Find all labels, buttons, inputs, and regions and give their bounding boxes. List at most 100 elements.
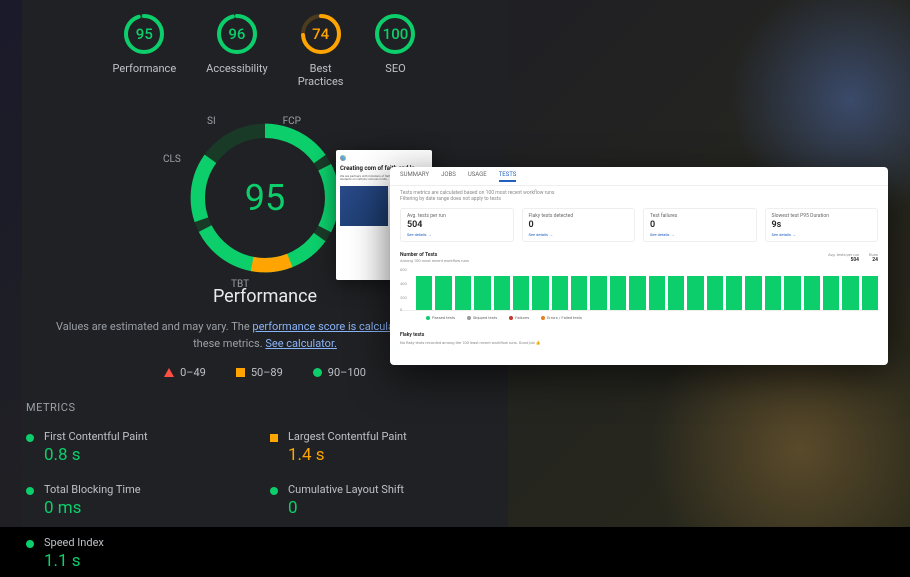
chart-bar[interactable]	[571, 276, 587, 310]
metric-value: 1.4 s	[288, 445, 407, 465]
stat-card: Slowest test P95 Duration 9s See details…	[765, 208, 879, 242]
tests-filter-line: Filtering by date range does not apply t…	[400, 196, 878, 202]
legend-label: 0–49	[180, 366, 206, 379]
ytick-200: 200	[400, 295, 407, 300]
chart-bar[interactable]	[610, 276, 626, 310]
chart-bar[interactable]	[726, 276, 742, 310]
chart-bar[interactable]	[765, 276, 781, 310]
chart-bar[interactable]	[435, 276, 451, 310]
legend-shape-icon	[236, 368, 245, 377]
score-best-practices[interactable]: 74 BestPractices	[298, 12, 344, 88]
score-seo[interactable]: 100 SEO	[373, 12, 417, 88]
metric-name: Speed Index	[44, 536, 104, 549]
metrics-header: METRICS	[26, 401, 508, 414]
gauge-seg-cls: CLS	[163, 154, 181, 165]
chart-bar[interactable]	[707, 276, 723, 310]
chart-legend-item: Errors / Failed tests	[541, 315, 582, 320]
metric-item[interactable]: Speed Index 1.1 s	[26, 530, 260, 577]
metric-status-icon	[26, 540, 34, 548]
chart-bar[interactable]	[513, 276, 529, 310]
tab-summary[interactable]: SUMMARY	[400, 171, 429, 182]
score-value: 100	[373, 12, 417, 56]
chart-bar[interactable]	[629, 276, 645, 310]
score-legend: 0–49 50–89 90–100	[22, 366, 508, 379]
legend-item: 90–100	[313, 366, 366, 379]
chart-bar[interactable]	[823, 276, 839, 310]
metric-name: Cumulative Layout Shift	[288, 483, 404, 496]
flaky-subtitle: No flaky tests recorded among the 100 le…	[400, 340, 878, 345]
score-row: 95 Performance 96 Accessibility 74 BestP…	[22, 0, 508, 88]
chart-bar[interactable]	[842, 276, 858, 310]
score-label: SEO	[373, 62, 417, 75]
score-accessibility[interactable]: 96 Accessibility	[206, 12, 268, 88]
score-label: Performance	[113, 62, 177, 75]
chart-bar[interactable]	[687, 276, 703, 310]
chart-bars: 600 400 200 0	[400, 269, 878, 311]
chart-bar[interactable]	[494, 276, 510, 310]
flaky-title: Flaky tests	[400, 332, 878, 338]
legend-item: 50–89	[236, 366, 283, 379]
score-label: BestPractices	[298, 62, 344, 88]
metric-name: First Contentful Paint	[44, 430, 148, 443]
chart-bar[interactable]	[416, 276, 432, 310]
metric-item[interactable]: Cumulative Layout Shift 0	[270, 477, 504, 524]
stat-link[interactable]: See details →	[772, 232, 872, 237]
chart-bar[interactable]	[649, 276, 665, 310]
flaky-tests-section: Flaky tests No flaky tests recorded amon…	[390, 326, 888, 351]
chart-bar[interactable]	[862, 276, 878, 310]
chart-bar[interactable]	[745, 276, 761, 310]
tab-tests[interactable]: TESTS	[499, 171, 517, 182]
metric-value: 0 ms	[44, 498, 141, 518]
score-value: 74	[299, 12, 343, 56]
chart-bar[interactable]	[804, 276, 820, 310]
metrics-grid: First Contentful Paint 0.8 s Largest Con…	[22, 424, 508, 577]
legend-label: 50–89	[251, 366, 283, 379]
stat-link[interactable]: See details →	[407, 232, 507, 237]
metric-status-icon	[26, 434, 34, 442]
chart-bar[interactable]	[474, 276, 490, 310]
chart-bar[interactable]	[668, 276, 684, 310]
chart-legend-item: Failures	[509, 315, 529, 320]
chart-bar[interactable]	[784, 276, 800, 310]
tab-usage[interactable]: USAGE	[468, 171, 487, 182]
score-value: 96	[215, 12, 259, 56]
stat-value: 0	[650, 220, 750, 230]
chart-subtitle: Among 100 most recent workflow runs	[400, 258, 469, 263]
metric-status-icon	[270, 487, 278, 495]
chart-bar[interactable]	[590, 276, 606, 310]
chart-bar[interactable]	[532, 276, 548, 310]
chart-bar[interactable]	[455, 276, 471, 310]
metric-name: Total Blocking Time	[44, 483, 141, 496]
tab-jobs[interactable]: JOBS	[441, 171, 456, 182]
perf-score-calc-link[interactable]: performance score is calculated	[252, 320, 409, 333]
see-calculator-link[interactable]: See calculator.	[265, 337, 337, 350]
metric-status-icon	[270, 434, 278, 442]
chart-bar[interactable]	[552, 276, 568, 310]
stat-card: Test failures 0 See details →	[643, 208, 757, 242]
score-performance[interactable]: 95 Performance	[113, 12, 177, 88]
tests-panel: SUMMARY JOBS USAGE TESTS Tests metrics are …	[390, 167, 888, 365]
legend-dot-icon	[509, 316, 513, 320]
legend-dot-icon	[541, 316, 545, 320]
legend-shape-icon	[164, 368, 174, 377]
legend-shape-icon	[313, 368, 322, 377]
metric-item[interactable]: Total Blocking Time 0 ms	[26, 477, 260, 524]
gauge-seg-si: SI	[207, 116, 216, 127]
metric-item[interactable]: Largest Contentful Paint 1.4 s	[270, 424, 504, 471]
ytick-400: 400	[400, 281, 407, 286]
metric-item[interactable]: First Contentful Paint 0.8 s	[26, 424, 260, 471]
tests-chart: Number of Tests Among 100 most recent wo…	[390, 246, 888, 326]
stat-link[interactable]: See details →	[650, 232, 750, 237]
stat-card: Avg. tests per run 504 See details →	[400, 208, 514, 242]
gauge-seg-tbt: TBT	[231, 279, 249, 290]
tests-tabs: SUMMARY JOBS USAGE TESTS	[390, 167, 888, 186]
legend-label: 90–100	[328, 366, 366, 379]
ytick-0: 0	[400, 307, 402, 312]
tests-stats: Avg. tests per run 504 See details → Fla…	[390, 204, 888, 246]
chart-legend-item: Skipped tests	[467, 315, 497, 320]
stat-link[interactable]: See details →	[529, 232, 629, 237]
gauge-score: 95	[185, 118, 345, 278]
metric-value: 0	[288, 498, 404, 518]
tests-info: Tests metrics are calculated based on 10…	[390, 186, 888, 204]
chart-legend-item: Passed tests	[426, 315, 455, 320]
